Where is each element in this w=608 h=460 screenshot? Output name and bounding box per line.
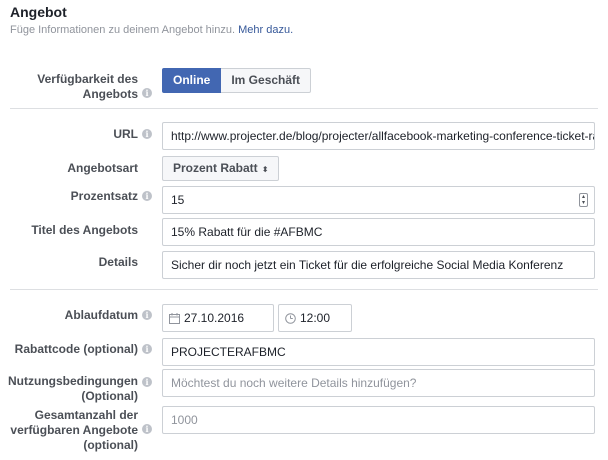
expiry-date-value: 27.10.2016 <box>184 311 245 325</box>
offer-type-label: Angebotsart <box>67 161 138 175</box>
offer-type-value: Prozent Rabatt <box>173 161 258 175</box>
chevron-updown-icon: ⬍ <box>261 165 269 174</box>
total-input[interactable]: 1000 <box>162 406 595 434</box>
section-subtitle: Füge Informationen zu deinem Angebot hin… <box>10 24 293 36</box>
divider <box>10 289 598 290</box>
percent-value: 15 <box>171 193 185 207</box>
more-info-link[interactable]: Mehr dazu. <box>238 24 293 36</box>
details-input[interactable]: Sicher dir noch jetzt ein Ticket für die… <box>162 251 595 279</box>
coupon-label: Rabattcode (optional) <box>14 342 138 356</box>
info-icon[interactable]: i <box>142 129 152 139</box>
details-label: Details <box>98 255 138 269</box>
availability-label-line2: Angebots <box>82 87 138 101</box>
section-title: Angebot <box>10 4 67 20</box>
stepper-icon[interactable]: ▴ ▾ <box>579 193 588 207</box>
total-label-line1: Gesamtanzahl der <box>34 408 138 422</box>
terms-input[interactable]: Möchtest du noch weitere Details hinzufü… <box>162 369 595 397</box>
offer-title-input[interactable]: 15% Rabatt für die #AFBMC <box>162 218 595 246</box>
divider <box>10 108 598 109</box>
expiry-date-input[interactable]: 27.10.2016 <box>162 304 274 332</box>
terms-label-line1: Nutzungsbedingungen <box>8 374 138 388</box>
url-label: URL <box>113 127 138 141</box>
percent-label: Prozentsatz <box>70 189 138 203</box>
total-label-line3: (optional) <box>83 438 138 452</box>
expiry-time-value: 12:00 <box>300 311 331 325</box>
info-icon[interactable]: i <box>142 88 152 98</box>
percent-input[interactable]: 15 ▴ ▾ <box>162 186 595 214</box>
offer-title-label: Titel des Angebots <box>31 223 138 237</box>
expiry-time-input[interactable]: 12:00 <box>278 304 352 332</box>
toggle-in-store-button[interactable]: Im Geschäft <box>221 68 312 93</box>
info-icon[interactable]: i <box>142 377 152 387</box>
availability-label: Verfügbarkeit des Angebots <box>37 72 138 102</box>
availability-toggle: Online Im Geschäft <box>162 68 312 93</box>
expiry-label: Ablaufdatum <box>64 308 138 322</box>
availability-label-line1: Verfügbarkeit des <box>37 72 138 86</box>
total-label-line2: verfügbaren Angebote <box>10 423 138 437</box>
total-label: Gesamtanzahl der verfügbaren Angebote (o… <box>10 408 138 453</box>
coupon-input[interactable]: PROJECTERAFBMC <box>162 338 595 366</box>
calendar-icon <box>169 313 180 325</box>
url-input[interactable]: http://www.projecter.de/blog/projecter/a… <box>162 122 595 150</box>
terms-label-line2: (Optional) <box>81 389 138 403</box>
toggle-online-button[interactable]: Online <box>162 68 222 93</box>
info-icon[interactable]: i <box>142 191 152 201</box>
info-icon[interactable]: i <box>142 424 152 434</box>
terms-label: Nutzungsbedingungen (Optional) <box>8 374 138 404</box>
info-icon[interactable]: i <box>142 310 152 320</box>
subtitle-text: Füge Informationen zu deinem Angebot hin… <box>10 24 236 36</box>
clock-icon <box>285 313 296 325</box>
offer-type-select[interactable]: Prozent Rabatt ⬍ <box>162 156 280 181</box>
info-icon[interactable]: i <box>142 344 152 354</box>
